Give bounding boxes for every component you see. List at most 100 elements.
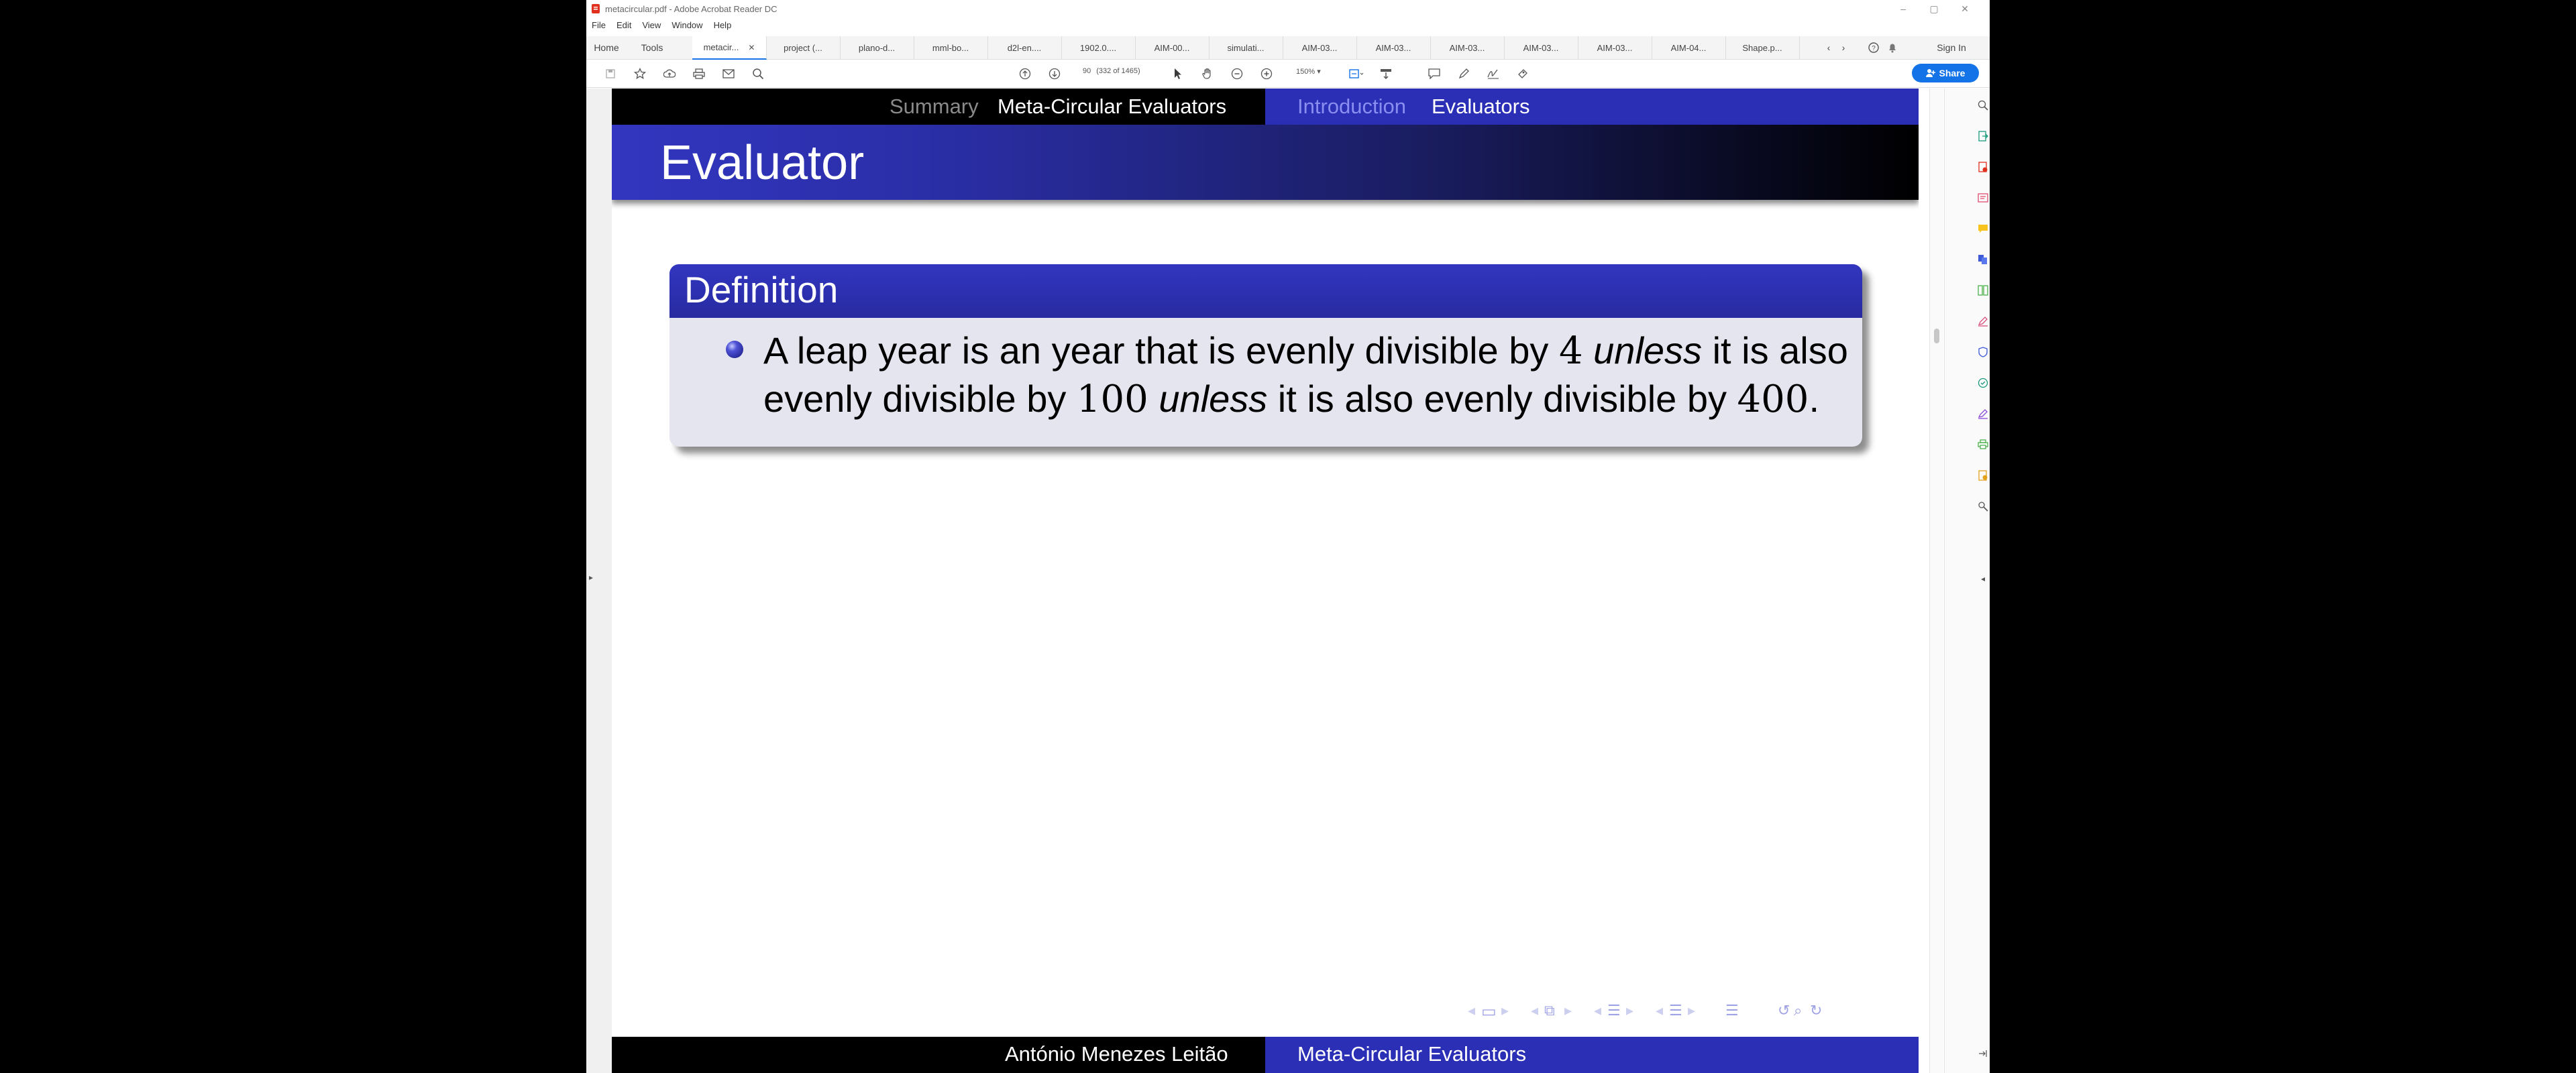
save-icon[interactable]	[602, 67, 619, 80]
protect-tool-icon[interactable]	[1976, 345, 1990, 359]
tab-document[interactable]: AIM-03...	[1504, 36, 1578, 59]
acrobat-window: metacircular.pdf - Adobe Acrobat Reader …	[586, 0, 1990, 1073]
tab-document[interactable]: AIM-04...	[1652, 36, 1726, 59]
export-pdf-tool-icon[interactable]	[1976, 129, 1990, 144]
menu-help[interactable]: Help	[714, 20, 732, 35]
fill-sign-tool-icon[interactable]	[1976, 314, 1990, 329]
nav-subsection-current[interactable]: Evaluators	[1432, 95, 1529, 119]
request-signature-tool-icon[interactable]	[1976, 406, 1990, 421]
beamer-headline: Summary Meta-Circular Evaluators Introdu…	[612, 89, 1919, 125]
send-for-comments-tool-icon[interactable]	[1976, 468, 1990, 483]
nav-search-icon[interactable]: ⌕	[1794, 1002, 1802, 1019]
tab-document[interactable]: AIM-03...	[1430, 36, 1505, 59]
zoom-tool-icon[interactable]	[1976, 98, 1990, 113]
nav-forward-icon[interactable]: ↻	[1810, 1002, 1822, 1019]
nav-arrow-left-icon[interactable]: ◂	[1594, 1002, 1601, 1019]
nav-slide-icon[interactable]: ▭	[1481, 1002, 1497, 1021]
help-icon[interactable]: ?	[1866, 36, 1881, 59]
chevron-down-icon: ▾	[1317, 68, 1321, 76]
zoom-in-icon[interactable]	[1258, 67, 1275, 80]
previous-page-icon[interactable]	[1017, 67, 1033, 80]
close-window-button[interactable]: ✕	[1949, 1, 1980, 16]
scan-ocr-tool-icon[interactable]	[1976, 376, 1990, 390]
menu-window[interactable]: Window	[672, 20, 702, 35]
nav-back-icon[interactable]: ↺	[1778, 1002, 1790, 1019]
zoom-level-select[interactable]: 150% ▾	[1296, 67, 1321, 76]
tab-tools[interactable]: Tools	[627, 36, 678, 59]
maximize-button[interactable]: ▢	[1919, 1, 1949, 16]
tab-document[interactable]: simulati...	[1209, 36, 1283, 59]
zoom-out-icon[interactable]	[1229, 67, 1245, 80]
nav-arrow-right-icon[interactable]: ▸	[1564, 1002, 1572, 1019]
nav-arrow-left-icon[interactable]: ◂	[1531, 1002, 1538, 1019]
nav-arrow-right-icon[interactable]: ▸	[1626, 1002, 1633, 1019]
upload-cloud-icon[interactable]	[661, 67, 678, 80]
tab-bar: Home Tools metacir... ✕ project (... pla…	[586, 36, 1990, 60]
export-pdf-icon[interactable]	[1378, 67, 1394, 80]
print-icon[interactable]	[691, 67, 707, 80]
tab-document[interactable]: AIM-03...	[1578, 36, 1652, 59]
expand-left-pane-icon[interactable]: ▸	[589, 573, 593, 582]
sign-icon[interactable]	[1485, 67, 1501, 80]
email-icon[interactable]	[720, 67, 737, 80]
combine-files-tool-icon[interactable]	[1976, 252, 1990, 267]
nav-frame-icon[interactable]: ⧉	[1544, 1002, 1555, 1019]
comment-icon[interactable]	[1426, 67, 1442, 80]
footer-author: António Menezes Leitão	[1005, 1042, 1228, 1066]
page-number-input[interactable]: 90	[1083, 67, 1091, 75]
nav-arrow-right-icon[interactable]: ▸	[1501, 1002, 1509, 1019]
more-tools-icon[interactable]	[1976, 499, 1990, 514]
hand-tool-icon[interactable]	[1199, 67, 1216, 80]
nav-section-summary[interactable]: Summary	[890, 95, 979, 119]
fit-page-icon[interactable]	[1348, 67, 1364, 80]
tab-home[interactable]: Home	[586, 36, 627, 59]
menu-edit[interactable]: Edit	[616, 20, 631, 35]
nav-subsection-introduction[interactable]: Introduction	[1297, 95, 1406, 119]
tab-document[interactable]: mml-bo...	[914, 36, 988, 59]
tab-document-active[interactable]: metacir... ✕	[692, 36, 767, 60]
notifications-bell-icon[interactable]	[1885, 36, 1900, 59]
highlight-pen-icon[interactable]	[1456, 67, 1472, 80]
nav-arrow-left-icon[interactable]: ◂	[1656, 1002, 1663, 1019]
bookmark-star-icon[interactable]	[632, 67, 648, 80]
tab-document[interactable]: plano-d...	[840, 36, 914, 59]
nav-toc-icon[interactable]: ☰	[1725, 1002, 1739, 1019]
tab-document[interactable]: Shape.p...	[1725, 36, 1800, 59]
tabs-scroll-left-icon[interactable]: ‹	[1822, 36, 1835, 59]
close-tab-icon[interactable]: ✕	[748, 43, 755, 52]
menu-file[interactable]: File	[592, 20, 606, 35]
vertical-scrollbar[interactable]	[1929, 89, 1943, 1073]
minimize-button[interactable]: –	[1888, 1, 1919, 16]
tab-document[interactable]: AIM-03...	[1283, 36, 1357, 59]
tab-document[interactable]: d2l-en....	[987, 36, 1062, 59]
pdf-page: Summary Meta-Circular Evaluators Introdu…	[612, 89, 1919, 1073]
nav-arrow-left-icon[interactable]: ◂	[1468, 1002, 1475, 1019]
text: evenly divisible by	[763, 378, 1077, 420]
tab-document[interactable]: AIM-03...	[1356, 36, 1431, 59]
tabs-scroll-right-icon[interactable]: ›	[1837, 36, 1850, 59]
print-production-tool-icon[interactable]	[1976, 437, 1990, 452]
select-cursor-icon[interactable]	[1170, 67, 1186, 80]
comment-tool-icon[interactable]	[1976, 221, 1990, 236]
organize-pages-tool-icon[interactable]	[1976, 283, 1990, 298]
menu-view[interactable]: View	[642, 20, 661, 35]
collapse-right-panel-icon[interactable]: ◂	[1976, 571, 1990, 586]
tab-document[interactable]: project (...	[766, 36, 841, 59]
nav-arrow-right-icon[interactable]: ▸	[1688, 1002, 1695, 1019]
edit-pdf-tool-icon[interactable]	[1976, 190, 1990, 205]
sign-in-link[interactable]: Sign In	[1921, 36, 1982, 59]
next-page-icon[interactable]	[1046, 67, 1063, 80]
scrollbar-thumb[interactable]	[1934, 329, 1939, 343]
definition-text-line-1: A leap year is an year that is evenly di…	[763, 329, 1848, 373]
pdf-app-icon	[592, 4, 600, 13]
share-button[interactable]: Share	[1912, 64, 1979, 82]
tab-document[interactable]: AIM-00...	[1135, 36, 1210, 59]
nav-section-icon[interactable]: ☰	[1669, 1002, 1682, 1019]
search-icon[interactable]	[750, 67, 766, 80]
nav-subsection-icon[interactable]: ☰	[1607, 1002, 1621, 1019]
create-pdf-tool-icon[interactable]	[1976, 160, 1990, 174]
panel-toggle-icon[interactable]	[1976, 1046, 1990, 1061]
tab-document[interactable]: 1902.0....	[1061, 36, 1136, 59]
stamp-tools-icon[interactable]	[1515, 67, 1531, 80]
nav-section-current[interactable]: Meta-Circular Evaluators	[998, 95, 1226, 119]
